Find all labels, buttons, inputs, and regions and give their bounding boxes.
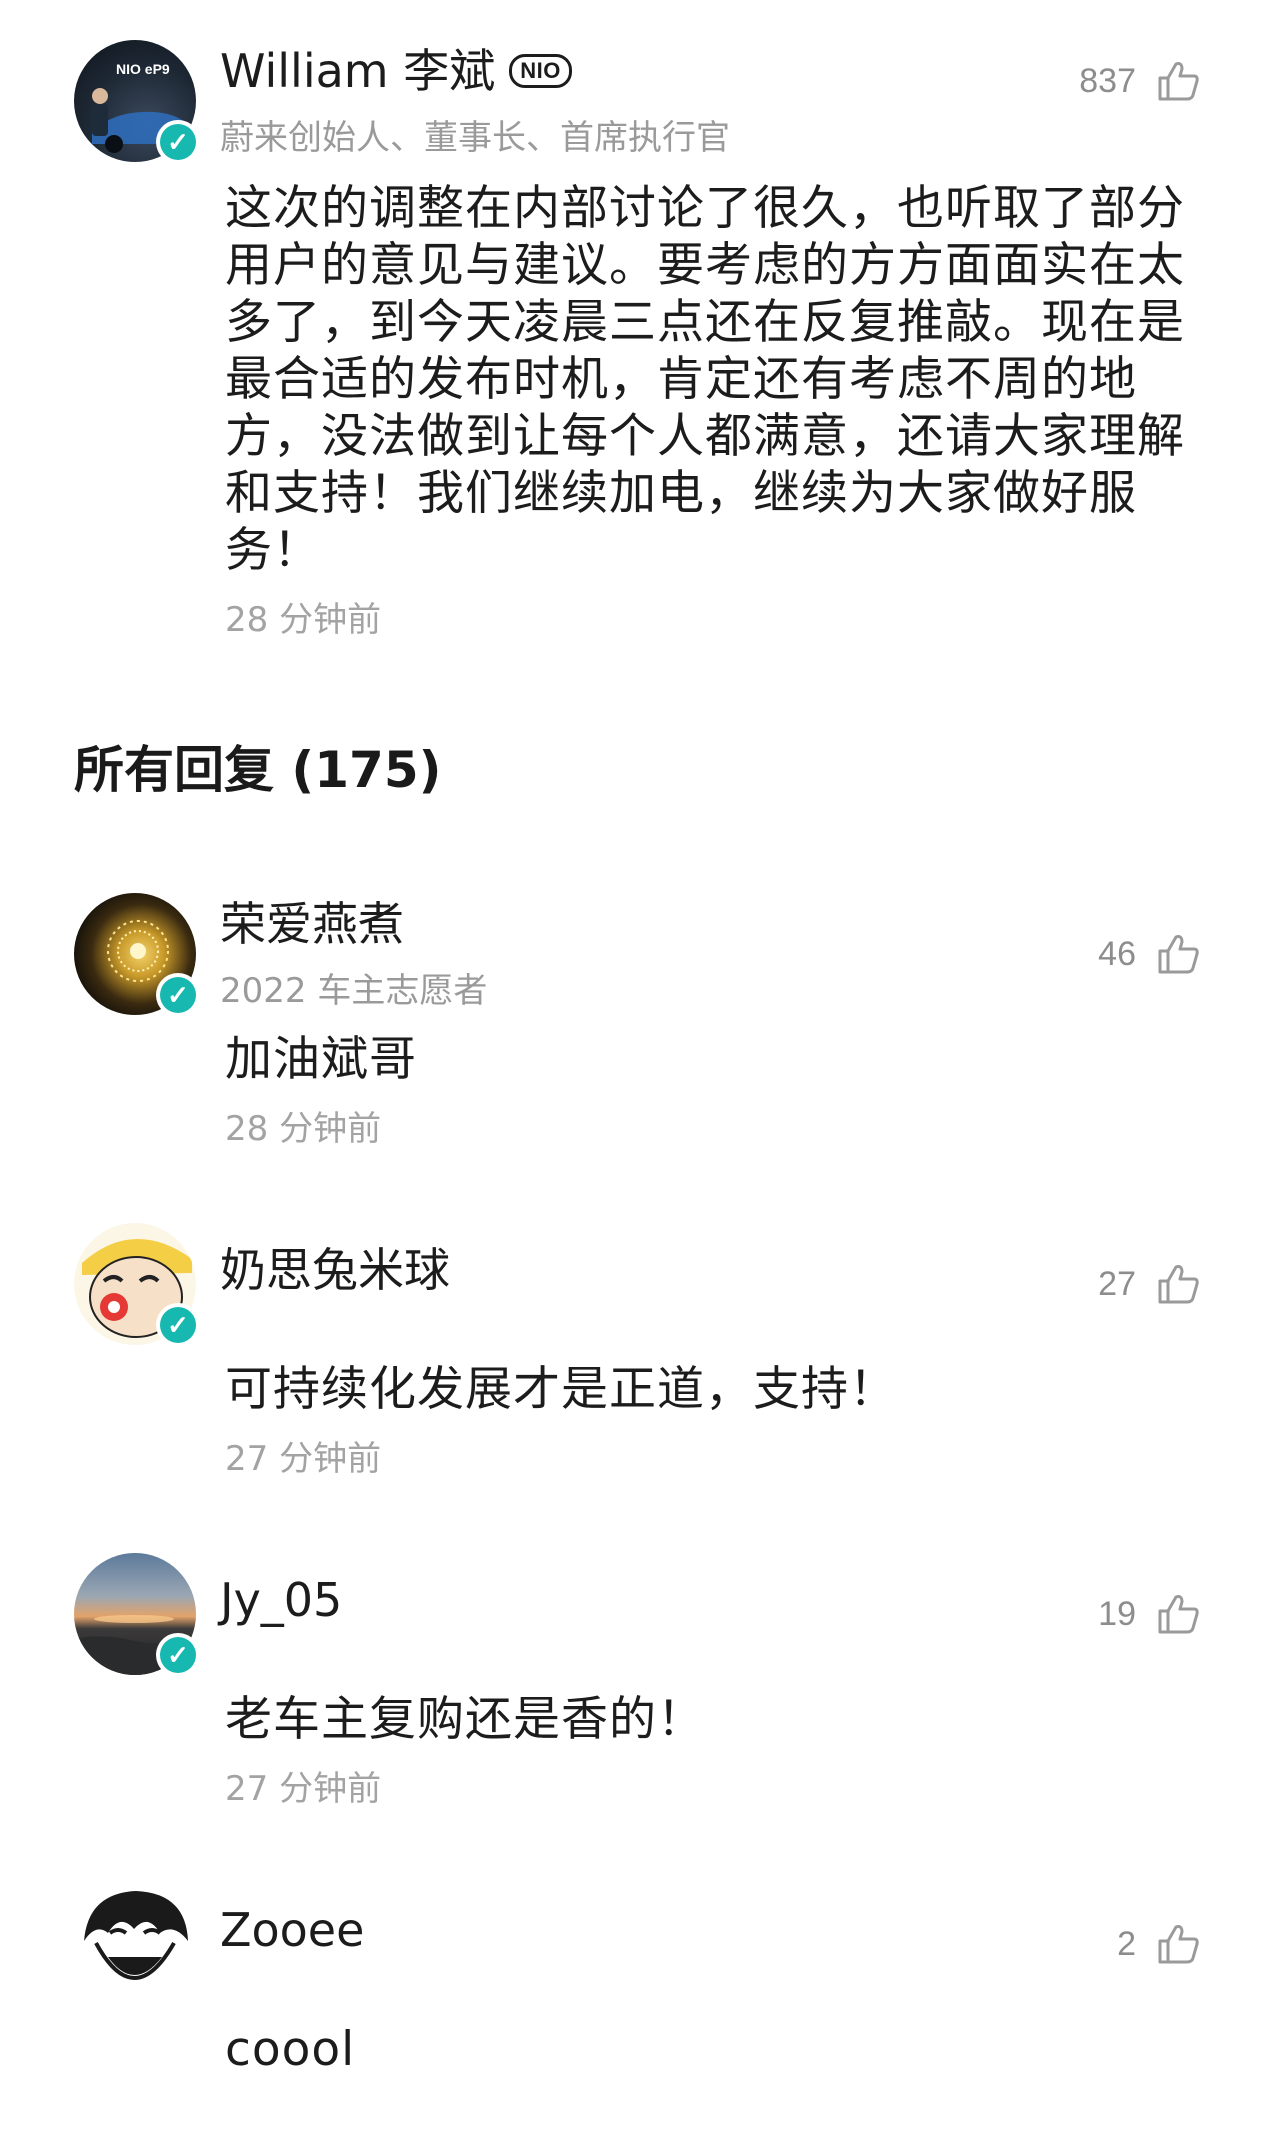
author-row: 奶思兔米球	[220, 1245, 450, 1296]
like-count: 46	[1098, 934, 1136, 973]
like-count: 837	[1079, 61, 1136, 100]
thumbs-up-icon	[1156, 60, 1200, 102]
reply-timestamp: 27 分钟前	[225, 1769, 382, 1809]
author-title: 2022 车主志愿者	[220, 971, 488, 1011]
avatar-reply-1[interactable]: ✓	[74, 893, 200, 1017]
reply-body: 可持续化发展才是正道，支持！	[225, 1362, 897, 1417]
author-row: Zooee	[220, 1905, 364, 1956]
author-row: 荣爱燕煮	[220, 899, 404, 950]
author-row: Jy_05	[220, 1575, 342, 1626]
author-name[interactable]: 奶思兔米球	[220, 1245, 450, 1296]
like-button[interactable]: 837	[1079, 60, 1200, 102]
like-button[interactable]: 19	[1098, 1593, 1200, 1635]
avatar-reply-3[interactable]: ✓	[74, 1553, 200, 1677]
thumbs-up-icon	[1156, 1263, 1200, 1305]
post-timestamp: 28 分钟前	[225, 600, 382, 640]
like-button[interactable]: 27	[1098, 1263, 1200, 1305]
like-count: 19	[1098, 1594, 1136, 1633]
reply-body: 加油斌哥	[225, 1032, 417, 1087]
avatar-reply-2[interactable]: ✓	[74, 1223, 200, 1347]
avatar-image	[74, 1883, 196, 2005]
author-name[interactable]: 荣爱燕煮	[220, 899, 404, 950]
verified-v-icon: ✓	[156, 1633, 200, 1677]
avatar-william[interactable]: NIO eP9 ✓	[74, 40, 200, 164]
replies-header: 所有回复 (175)	[74, 741, 442, 799]
reply-timestamp: 28 分钟前	[225, 1109, 382, 1149]
nio-badge: NIO	[509, 54, 572, 89]
reply-body: coool	[225, 2022, 356, 2077]
post-body: 这次的调整在内部讨论了很久，也听取了部分用户的意见与建议。要考虑的方方面面实在太…	[225, 181, 1185, 578]
like-count: 27	[1098, 1264, 1136, 1303]
avatar-logo-text: NIO eP9	[116, 61, 170, 77]
verified-v-icon: ✓	[156, 120, 200, 164]
thumbs-up-icon	[1156, 1593, 1200, 1635]
thumbs-up-icon	[1156, 933, 1200, 975]
author-name[interactable]: William 李斌	[220, 46, 495, 97]
like-button[interactable]: 46	[1098, 933, 1200, 975]
thumbs-up-icon	[1156, 1923, 1200, 1965]
author-name[interactable]: Zooee	[220, 1905, 364, 1956]
author-title: 蔚来创始人、董事长、首席执行官	[220, 118, 730, 158]
author-row: William 李斌 NIO	[220, 46, 572, 97]
reply-body: 老车主复购还是香的！	[225, 1692, 705, 1747]
like-count: 2	[1117, 1924, 1136, 1963]
like-button[interactable]: 2	[1117, 1923, 1200, 1965]
avatar-reply-4[interactable]	[74, 1883, 196, 2005]
author-name[interactable]: Jy_05	[220, 1575, 342, 1626]
comment-page: NIO eP9 ✓ William 李斌 NIO 蔚来创始人、董事长、首席执行官…	[0, 0, 1280, 2152]
verified-v-icon: ✓	[156, 973, 200, 1017]
reply-timestamp: 27 分钟前	[225, 1439, 382, 1479]
verified-v-icon: ✓	[156, 1303, 200, 1347]
avatar-illustration	[84, 1891, 188, 1980]
